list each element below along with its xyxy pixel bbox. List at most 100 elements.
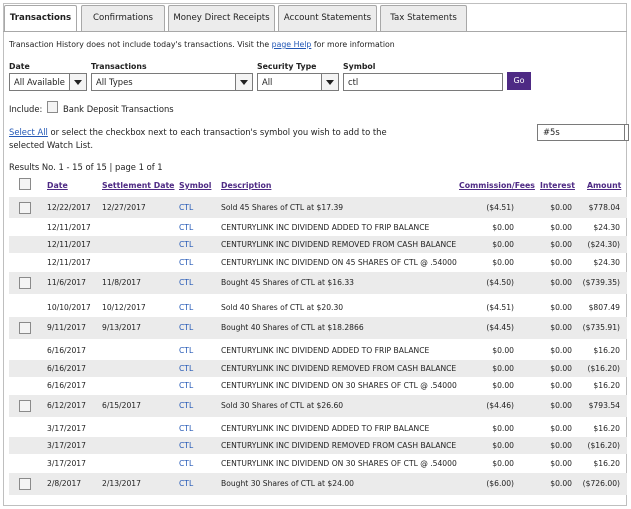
row-interest: $0.00	[550, 258, 572, 267]
row-checkbox[interactable]	[19, 478, 31, 490]
row-interest: $0.00	[550, 459, 572, 468]
row-amount: ($726.00)	[582, 479, 620, 488]
select-all-link[interactable]: Select All	[9, 127, 48, 137]
results-summary: Results No. 1 - 15 of 15 | page 1 of 1	[9, 162, 163, 172]
row-commission: $0.00	[492, 459, 514, 468]
symbol-input[interactable]: ctl	[343, 73, 503, 91]
security-type-label: Security Type	[257, 62, 317, 71]
chevron-down-icon[interactable]	[235, 74, 252, 90]
row-date: 12/11/2017	[47, 240, 91, 249]
tab-confirmations[interactable]: Confirmations	[81, 5, 165, 31]
row-interest: $0.00	[550, 240, 572, 249]
row-interest: $0.00	[550, 203, 572, 212]
table-row: 6/16/2017 CTL CENTURYLINK INC DIVIDEND ADD…	[9, 342, 627, 359]
row-commission: ($4.51)	[486, 203, 514, 212]
row-amount: $24.30	[593, 223, 620, 232]
table-row: 10/10/2017 10/12/2017 CTL Sold 40 Shares of…	[9, 297, 627, 319]
column-interest[interactable]: Interest	[540, 181, 575, 190]
bank-deposit-label: Bank Deposit Transactions	[63, 104, 174, 114]
transactions-select-value: All Types	[96, 77, 133, 87]
row-symbol[interactable]: CTL	[179, 346, 193, 355]
row-checkbox[interactable]	[19, 277, 31, 289]
row-symbol[interactable]: CTL	[179, 303, 193, 312]
watchlist-value: #5s	[543, 127, 560, 137]
row-amount: $16.20	[593, 346, 620, 355]
row-interest: $0.00	[550, 303, 572, 312]
date-select[interactable]: All Available	[9, 73, 87, 91]
row-symbol[interactable]: CTL	[179, 203, 193, 212]
tab-transactions[interactable]: Transactions	[4, 5, 77, 32]
row-date: 11/6/2017	[47, 278, 86, 287]
security-type-select[interactable]: All	[257, 73, 339, 91]
row-description: CENTURYLINK INC DIVIDEND ADDED TO FRIP B…	[221, 424, 430, 433]
row-symbol[interactable]: CTL	[179, 479, 193, 488]
table-row: 12/11/2017 CTL CENTURYLINK INC DIVIDEND ON…	[9, 254, 627, 271]
row-symbol[interactable]: CTL	[179, 381, 193, 390]
row-description: Bought 40 Shares of CTL at $18.2866	[221, 323, 364, 332]
row-symbol[interactable]: CTL	[179, 323, 193, 332]
watchlist-edge	[624, 125, 628, 140]
row-checkbox[interactable]	[19, 322, 31, 334]
watchlist-instructions-text: or select the checkbox next to each tran…	[9, 127, 387, 150]
table-row: 2/8/2017 2/13/2017 CTL Bought 30 Shares of …	[9, 473, 627, 495]
row-symbol[interactable]: CTL	[179, 424, 193, 433]
row-symbol[interactable]: CTL	[179, 278, 193, 287]
tab-bar: Transactions Confirmations Money Direct …	[3, 5, 627, 32]
row-interest: $0.00	[550, 346, 572, 355]
transactions-select[interactable]: All Types	[91, 73, 253, 91]
watchlist-select[interactable]: #5s	[537, 124, 629, 141]
column-commission-fees[interactable]: Commission/Fees	[459, 181, 535, 190]
row-date: 3/17/2017	[47, 459, 86, 468]
row-date: 12/11/2017	[47, 223, 91, 232]
row-interest: $0.00	[550, 223, 572, 232]
row-checkbox[interactable]	[19, 202, 31, 214]
row-date: 12/22/2017	[47, 203, 91, 212]
row-symbol[interactable]: CTL	[179, 441, 193, 450]
row-amount: $778.04	[588, 203, 620, 212]
row-amount: ($16.20)	[587, 364, 621, 373]
row-amount: $24.30	[593, 258, 620, 267]
go-button[interactable]: Go	[507, 72, 531, 90]
row-commission: ($4.50)	[486, 278, 514, 287]
row-date: 10/10/2017	[47, 303, 91, 312]
row-interest: $0.00	[550, 401, 572, 410]
bank-deposit-checkbox[interactable]	[47, 101, 58, 113]
row-checkbox[interactable]	[19, 400, 31, 412]
tab-tax-statements[interactable]: Tax Statements	[380, 5, 467, 31]
row-interest: $0.00	[550, 364, 572, 373]
row-amount: ($16.20)	[587, 441, 621, 450]
row-date: 3/17/2017	[47, 424, 86, 433]
row-symbol[interactable]: CTL	[179, 258, 193, 267]
row-description: Bought 30 Shares of CTL at $24.00	[221, 479, 354, 488]
column-settlement-date[interactable]: Settlement Date	[102, 181, 174, 190]
column-symbol[interactable]: Symbol	[179, 181, 211, 190]
transactions-label: Transactions	[91, 62, 147, 71]
chevron-down-icon[interactable]	[69, 74, 86, 90]
tab-money-direct-receipts[interactable]: Money Direct Receipts	[168, 5, 275, 31]
info-text-after: for more information	[311, 40, 395, 49]
column-date[interactable]: Date	[47, 181, 68, 190]
row-symbol[interactable]: CTL	[179, 223, 193, 232]
row-description: CENTURYLINK INC DIVIDEND ON 30 SHARES OF…	[221, 381, 457, 390]
tab-account-statements[interactable]: Account Statements	[278, 5, 377, 31]
chevron-down-icon[interactable]	[321, 74, 338, 90]
row-commission: $0.00	[492, 346, 514, 355]
row-amount: ($739.35)	[582, 278, 620, 287]
page-help-link[interactable]: page Help	[272, 40, 312, 49]
row-interest: $0.00	[550, 424, 572, 433]
row-date: 2/8/2017	[47, 479, 82, 488]
row-symbol[interactable]: CTL	[179, 459, 193, 468]
row-symbol[interactable]: CTL	[179, 364, 193, 373]
row-commission: ($6.00)	[486, 479, 514, 488]
include-label: Include:	[9, 104, 43, 114]
row-amount: $16.20	[593, 381, 620, 390]
row-commission: $0.00	[492, 441, 514, 450]
select-all-checkbox[interactable]	[19, 178, 31, 190]
info-text-before: Transaction History does not include tod…	[9, 40, 272, 49]
column-amount[interactable]: Amount	[587, 181, 621, 190]
row-symbol[interactable]: CTL	[179, 240, 193, 249]
column-description[interactable]: Description	[221, 181, 271, 190]
row-commission: $0.00	[492, 381, 514, 390]
row-symbol[interactable]: CTL	[179, 401, 193, 410]
row-date: 12/11/2017	[47, 258, 91, 267]
